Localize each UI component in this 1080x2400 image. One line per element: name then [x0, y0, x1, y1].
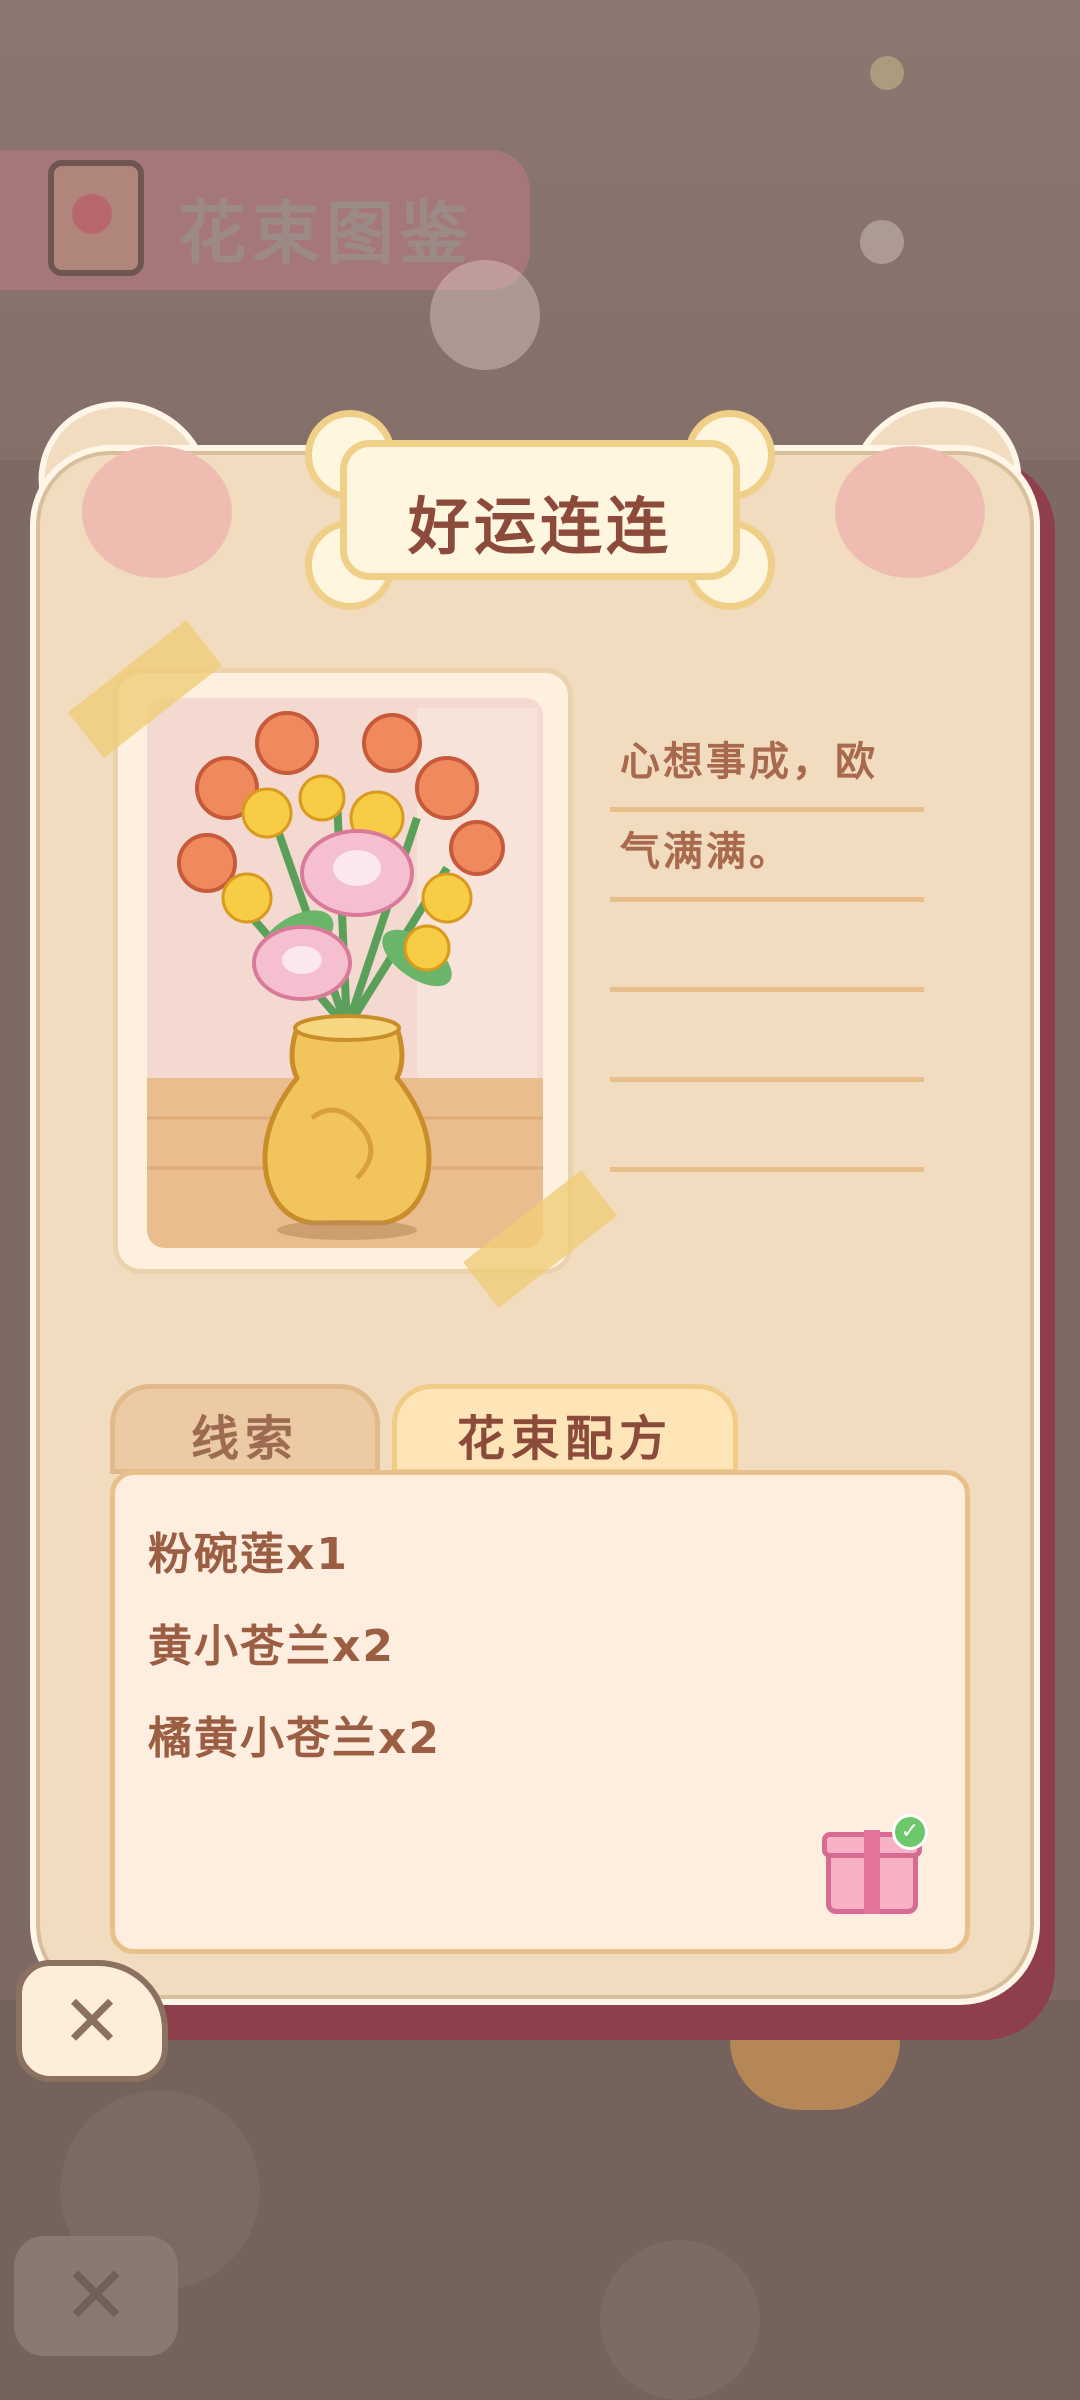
tab-clues[interactable]: 线索 — [110, 1384, 380, 1474]
cat-ear-inner-left — [82, 446, 232, 578]
background-title: 花束图鉴 — [178, 195, 475, 274]
title-bone-badge: 好运连连 — [305, 410, 775, 610]
close-button[interactable]: ✕ — [16, 1960, 168, 2082]
description-line — [610, 1082, 924, 1172]
background-close-button: ✕ — [14, 2236, 178, 2356]
background-glow — [430, 260, 540, 370]
bouquet-title: 好运连连 — [407, 490, 672, 563]
cat-ear-inner-right — [835, 446, 985, 578]
tab-bouquet-recipe[interactable]: 花束配方 — [392, 1384, 738, 1474]
recipe-item: 黄小苍兰x2 — [148, 1621, 395, 1672]
bouquet-image — [147, 698, 543, 1248]
gift-box-icon[interactable]: ✓ — [822, 1814, 928, 1914]
background-glow — [870, 56, 904, 90]
recipe-item: 橘黄小苍兰x2 — [148, 1713, 441, 1764]
paw-print-decoration — [600, 2240, 760, 2400]
description-line — [610, 902, 924, 992]
close-icon: ✕ — [61, 1979, 123, 2063]
album-book-icon — [48, 160, 144, 276]
bouquet-description: 心想事成，欧 气满满。 — [610, 722, 924, 1172]
description-line: 气满满。 — [610, 812, 924, 902]
description-line: 心想事成，欧 — [610, 722, 924, 812]
check-icon: ✓ — [892, 1814, 928, 1850]
description-line — [610, 992, 924, 1082]
recipe-item: 粉碗莲x1 — [148, 1529, 349, 1580]
close-icon: ✕ — [62, 2249, 130, 2342]
background-glow — [860, 220, 904, 264]
